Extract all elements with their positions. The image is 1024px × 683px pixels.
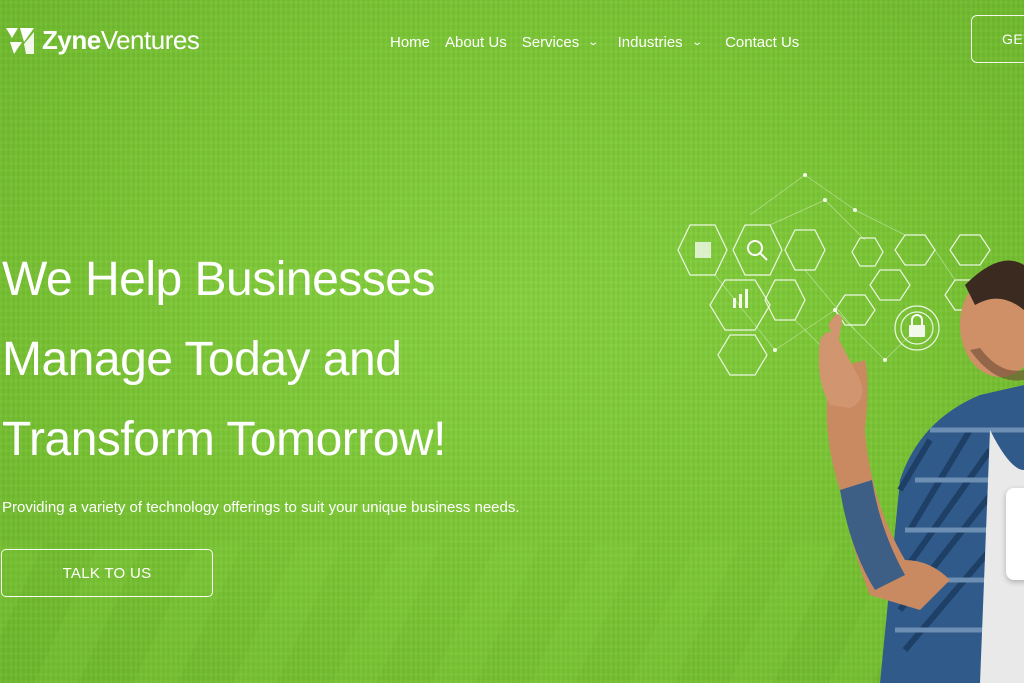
nav-item-about-us[interactable]: About Us [445,34,507,51]
nav-item-services[interactable]: Services ⌄ [521,34,600,51]
brand-name: ZyneVentures [42,24,200,56]
nav-item-label: Home [390,34,431,51]
nav-item-contact-us[interactable]: Contact Us [725,34,799,51]
hero-title-line: Transform Tomorrow! [2,413,446,466]
nav-item-home[interactable]: Home [390,34,430,51]
nav-item-industries[interactable]: Industries ⌄ [617,34,703,51]
brand-name-bold: Zyne [42,24,101,55]
brand-name-light: Ventures [100,24,200,55]
main-nav: Home About Us Services ⌄ Industries ⌄ Cont… [390,34,799,51]
nav-item-label: Industries [617,34,683,51]
chat-widget[interactable] [1006,488,1024,580]
chevron-down-icon: ⌄ [691,37,703,48]
site-header: ZyneVentures Home About Us Services ⌄ Ind… [0,0,1024,86]
hero-title-line: Manage Today and [2,333,402,386]
nav-item-label: Services [521,34,580,51]
person-pointing-image [818,260,1024,683]
get-started-button[interactable]: GET [971,15,1024,63]
nav-item-label: Contact Us [725,34,800,51]
chevron-down-icon: ⌄ [587,37,600,48]
nav-item-label: About Us [445,34,507,51]
hero-subtitle: Providing a variety of technology offeri… [2,499,520,516]
zyne-logo-icon [6,28,34,54]
hero-title-line: We Help Businesses [2,253,435,306]
talk-to-us-button[interactable]: TALK TO US [1,549,213,597]
hero-title: We Help Businesses Manage Today and Tran… [2,240,446,480]
logo[interactable]: ZyneVentures [4,24,200,56]
